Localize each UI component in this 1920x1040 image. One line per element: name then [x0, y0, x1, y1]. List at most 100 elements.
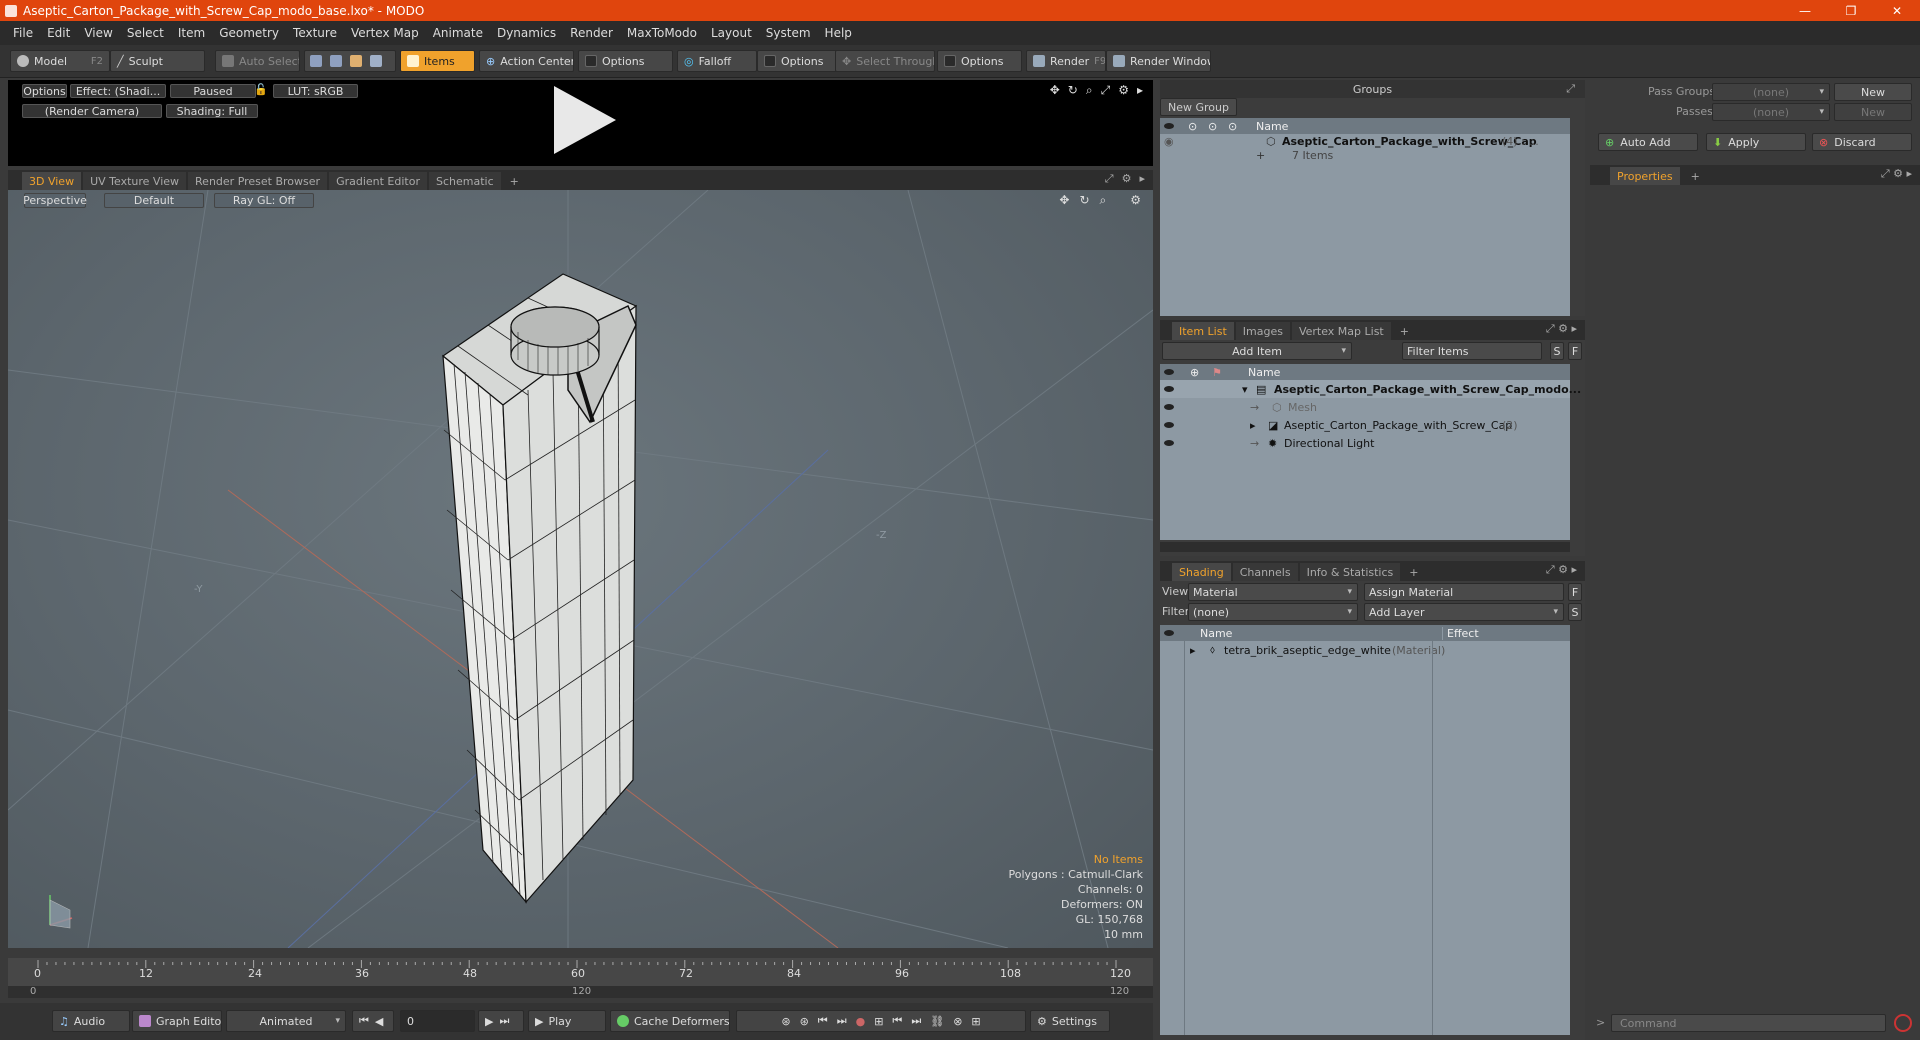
- key-icon[interactable]: ⊛: [781, 1015, 790, 1028]
- zoom-icon[interactable]: ⌕: [1100, 193, 1107, 208]
- graph-editor-button[interactable]: Graph Editor: [132, 1010, 222, 1032]
- eye-icon[interactable]: [1164, 440, 1174, 446]
- eye-icon[interactable]: [1164, 123, 1174, 129]
- view-dropdown[interactable]: Material: [1188, 583, 1358, 601]
- tab-item-list[interactable]: Item List: [1172, 322, 1234, 340]
- add-tab-button[interactable]: +: [503, 172, 526, 190]
- list-item[interactable]: ▸ ⬨ tetra_brik_aseptic_edge_white (Mater…: [1160, 641, 1570, 659]
- arrow-right-icon[interactable]: ▸: [1137, 83, 1143, 98]
- tab-render-preset-browser[interactable]: Render Preset Browser: [188, 172, 328, 190]
- eye-icon[interactable]: [1164, 630, 1174, 636]
- polygons-icon[interactable]: [350, 55, 362, 67]
- list-item[interactable]: → ⬡ Mesh: [1160, 398, 1570, 416]
- eye-icon[interactable]: [1164, 369, 1174, 375]
- item-list[interactable]: ⊕ ⚑ Name ▾ ▤ Aseptic_Carton_Package_with…: [1160, 364, 1581, 540]
- menu-texture[interactable]: Texture: [286, 26, 344, 40]
- tab-schematic[interactable]: Schematic: [429, 172, 501, 190]
- eye-icon[interactable]: [1164, 404, 1174, 410]
- search-s-button[interactable]: S: [1550, 342, 1564, 360]
- render-icon[interactable]: ⚑: [1212, 366, 1222, 379]
- minimize-button[interactable]: —: [1782, 0, 1828, 21]
- new-pass-button[interactable]: New: [1834, 103, 1912, 121]
- gear-icon[interactable]: ⚙: [1118, 83, 1129, 98]
- frame-field[interactable]: 0: [400, 1010, 475, 1032]
- tab-vertex-map-list[interactable]: Vertex Map List: [1291, 322, 1391, 340]
- list-item[interactable]: ▾ ▤ Aseptic_Carton_Package_with_Screw_Ca…: [1160, 380, 1581, 398]
- new-pass-group-button[interactable]: New: [1834, 83, 1912, 101]
- filter-f-button[interactable]: F: [1568, 583, 1582, 601]
- falloff-options-button[interactable]: Options: [757, 50, 837, 72]
- prev-key-step-icon[interactable]: ⏮: [818, 1014, 828, 1028]
- close-button[interactable]: ✕: [1874, 0, 1920, 21]
- select-through-options-button[interactable]: Options: [937, 50, 1022, 72]
- add-tab-button[interactable]: +: [1402, 563, 1425, 581]
- cache-deformers-button[interactable]: Cache Deformers: [610, 1010, 730, 1032]
- skip-forward-icon[interactable]: ⏭: [911, 1014, 921, 1028]
- action-center-options-button[interactable]: Options: [578, 50, 673, 72]
- tab-images[interactable]: Images: [1235, 322, 1290, 340]
- preview-paused-button[interactable]: Paused: [170, 84, 256, 98]
- rotate-icon[interactable]: ↻: [1079, 193, 1089, 208]
- chevron-right-icon[interactable]: ▸: [1190, 644, 1196, 657]
- skip-back-icon[interactable]: ⏮: [892, 1014, 902, 1028]
- tab-gradient-editor[interactable]: Gradient Editor: [329, 172, 427, 190]
- menu-edit[interactable]: Edit: [40, 26, 77, 40]
- tab-info-statistics[interactable]: Info & Statistics: [1299, 563, 1401, 581]
- materials-icon[interactable]: [370, 55, 382, 67]
- groups-list[interactable]: ⊙ ⊙ ⊙ Name ◉ ⬡ Aseptic_Carton_Package_wi…: [1160, 118, 1570, 316]
- arrow-right-icon[interactable]: ▸: [1139, 172, 1145, 186]
- auto-key-icon[interactable]: ⊞: [874, 1015, 883, 1028]
- add-tab-button[interactable]: +: [1684, 167, 1707, 185]
- discard-button[interactable]: ⊗ Discard: [1812, 133, 1912, 151]
- fit-icon[interactable]: ⤢: [1101, 83, 1111, 98]
- search-s-button[interactable]: S: [1568, 603, 1582, 621]
- expand-icon[interactable]: ⤢: [1566, 82, 1575, 96]
- animated-dropdown[interactable]: Animated: [226, 1010, 346, 1032]
- menu-geometry[interactable]: Geometry: [212, 26, 286, 40]
- command-input[interactable]: Command: [1611, 1014, 1886, 1032]
- render-button[interactable]: Render F9: [1026, 50, 1106, 72]
- eye-icon[interactable]: [1164, 422, 1174, 428]
- shader-tree[interactable]: Name Effect ▸ ⬨ tetra_brik_aseptic_edge_…: [1160, 625, 1570, 1035]
- menu-render[interactable]: Render: [563, 26, 620, 40]
- prev-key-icon[interactable]: ◀: [375, 1015, 383, 1028]
- record-macro-icon[interactable]: [1894, 1014, 1912, 1032]
- action-center-button[interactable]: ⊕ Action Center: [479, 50, 574, 72]
- preview-effect-dropdown[interactable]: Effect: (Shadi...: [70, 84, 166, 98]
- render-window-button[interactable]: Render Window: [1106, 50, 1211, 72]
- tab-shading[interactable]: Shading: [1172, 563, 1231, 581]
- filter-items-input[interactable]: Filter Items: [1402, 342, 1542, 360]
- play-button[interactable]: ▶ Play: [528, 1010, 606, 1032]
- auto-select-button[interactable]: Auto Select: [215, 50, 300, 72]
- falloff-button[interactable]: ◎ Falloff: [677, 50, 757, 72]
- play-icon[interactable]: [554, 86, 616, 154]
- eye-icon[interactable]: [1164, 386, 1174, 392]
- pan-icon[interactable]: ✥: [1059, 193, 1069, 208]
- apply-button[interactable]: ⬇ Apply: [1706, 133, 1806, 151]
- add-item-dropdown[interactable]: Add Item: [1162, 342, 1352, 360]
- render-icon[interactable]: ⊙: [1228, 120, 1237, 133]
- 3d-viewport[interactable]: Perspective Default Ray GL: Off -Y -Z ✥ …: [8, 190, 1153, 948]
- menu-select[interactable]: Select: [120, 26, 171, 40]
- first-frame-icon[interactable]: ⏮: [359, 1014, 369, 1028]
- sculpt-mode-button[interactable]: ╱ Sculpt: [110, 50, 205, 72]
- expand-plus-icon[interactable]: +: [1256, 149, 1265, 162]
- select-through-button[interactable]: ✥ Select Through: [835, 50, 935, 72]
- filter-dropdown[interactable]: (none): [1188, 603, 1358, 621]
- panel-options-icon[interactable]: ⤢ ⚙ ▸: [1881, 167, 1912, 181]
- lock-icon[interactable]: ⊙: [1188, 120, 1197, 133]
- items-mode-button[interactable]: Items: [400, 50, 475, 72]
- gear-icon[interactable]: ⚙: [1122, 172, 1132, 186]
- menu-vertex-map[interactable]: Vertex Map: [344, 26, 426, 40]
- chevron-down-icon[interactable]: ▾: [1242, 383, 1248, 396]
- chevron-right-icon[interactable]: ▸: [1250, 419, 1256, 432]
- pass-groups-dropdown[interactable]: (none): [1712, 83, 1830, 101]
- next-key-icon[interactable]: ▶: [485, 1015, 493, 1028]
- add-tab-button[interactable]: +: [1393, 322, 1416, 340]
- menu-system[interactable]: System: [759, 26, 818, 40]
- menu-file[interactable]: File: [6, 26, 40, 40]
- new-group-button[interactable]: New Group: [1160, 98, 1237, 116]
- perspective-dropdown[interactable]: Perspective: [23, 193, 87, 208]
- tab-uv-texture-view[interactable]: UV Texture View: [83, 172, 187, 190]
- add-layer-dropdown[interactable]: Add Layer: [1364, 603, 1564, 621]
